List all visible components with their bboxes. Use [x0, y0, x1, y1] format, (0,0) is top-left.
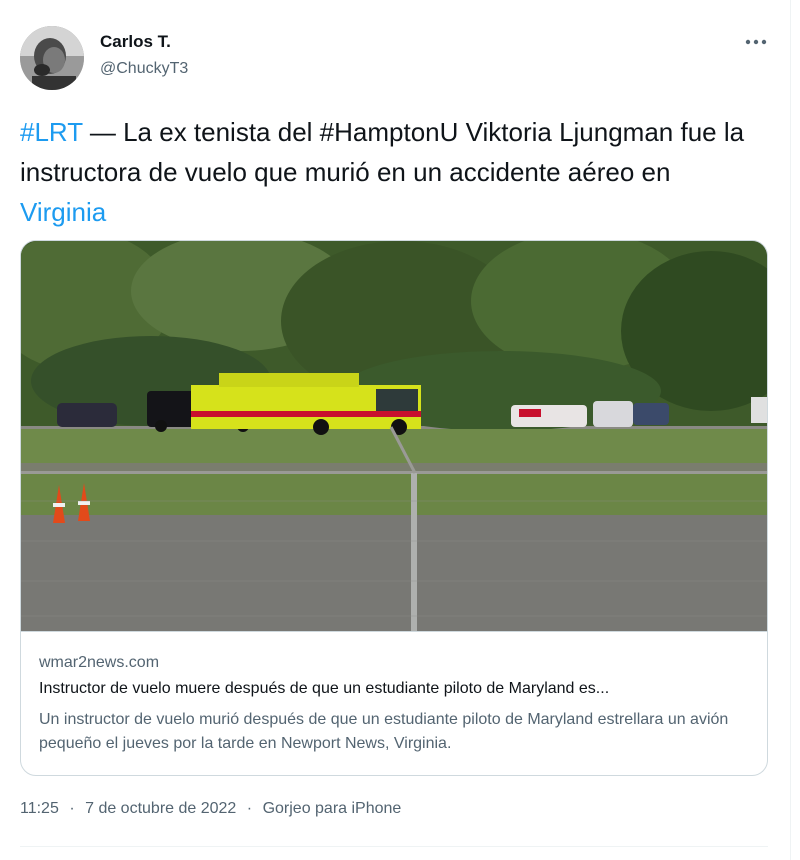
tweet-date[interactable]: 7 de octubre de 2022: [85, 800, 236, 817]
card-body[interactable]: wmar2news.com Instructor de vuelo muere …: [21, 631, 767, 775]
hashtag-lrt-link[interactable]: #LRT: [20, 117, 83, 147]
bottom-divider: [20, 846, 768, 847]
card-description: Un instructor de vuelo murió después de …: [39, 711, 729, 752]
virginia-link[interactable]: Virginia: [20, 197, 106, 227]
person-photo-icon: [20, 26, 84, 90]
link-card[interactable]: wmar2news.com Instructor de vuelo muere …: [20, 240, 768, 776]
author-handle[interactable]: @ChuckyT3: [100, 60, 188, 78]
avatar[interactable]: [20, 26, 84, 90]
tweet-body-text: — La ex tenista del #HamptonU Viktoria L…: [20, 117, 745, 187]
tweet-text: #LRT — La ex tenista del #HamptonU Vikto…: [20, 112, 760, 232]
author-name[interactable]: Carlos T.: [100, 32, 171, 52]
card-domain: wmar2news.com: [39, 654, 160, 671]
card-title: Instructor de vuelo muere después de que…: [39, 680, 610, 697]
more-horizontal-icon: [745, 39, 767, 45]
meta-separator-2: ·: [246, 800, 253, 817]
tweet-time[interactable]: 11:25: [20, 800, 59, 817]
more-button[interactable]: [744, 30, 768, 54]
airfield-photo[interactable]: [21, 241, 767, 631]
meta-separator: ·: [69, 800, 75, 817]
right-border: [790, 0, 800, 860]
tweet-source[interactable]: Gorjeo para iPhone: [263, 800, 402, 817]
tweet-meta: 11:25 · 7 de octubre de 2022 · Gorjeo pa…: [20, 800, 401, 818]
